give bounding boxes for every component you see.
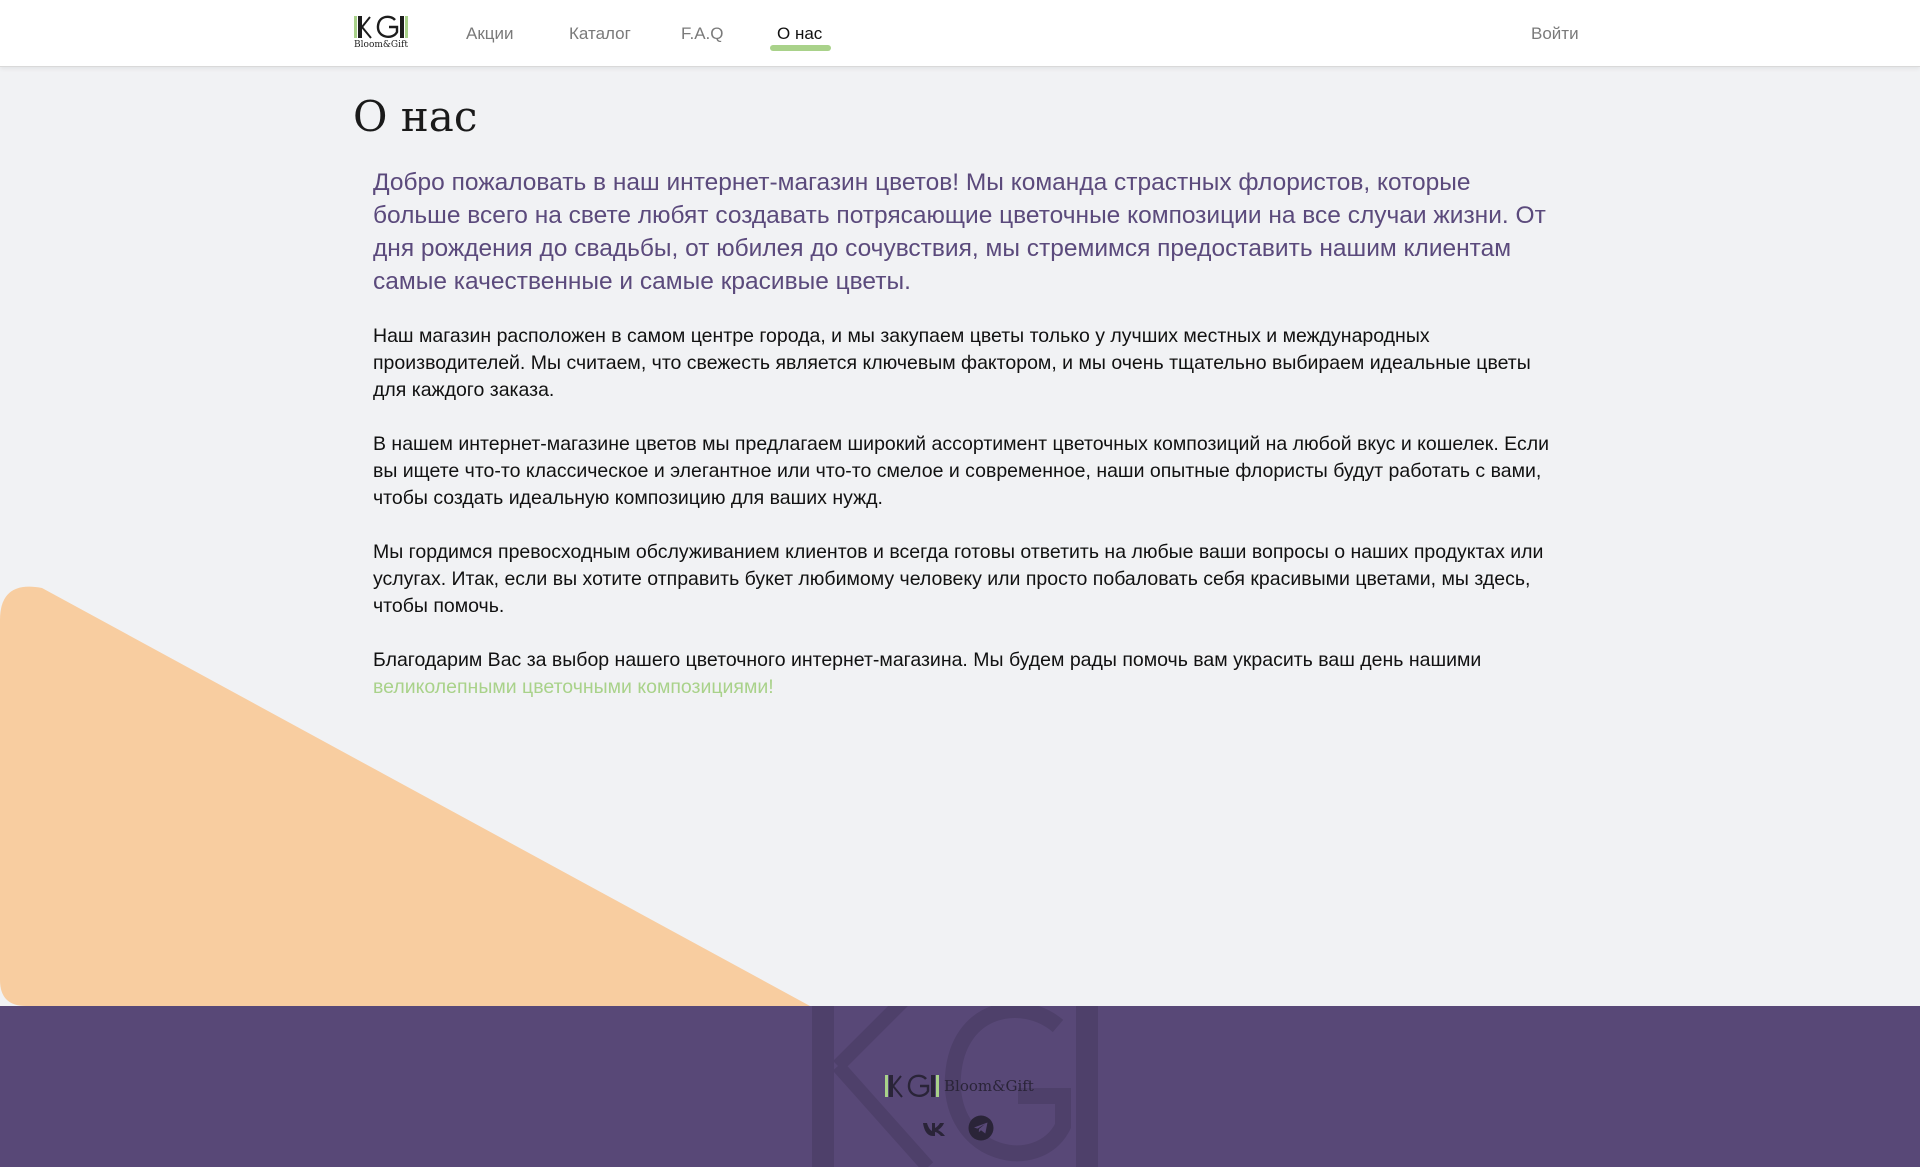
paragraph-location: Наш магазин расположен в самом центре го… [373,325,1531,401]
logo-mark-icon [354,15,408,39]
footer-logo-mark-icon [885,1074,939,1098]
paragraph-assortment: В нашем интернет-магазине цветов мы пред… [373,433,1549,509]
about-content: Добро пожаловать в наш интернет-магазин … [373,166,1558,728]
nav-item-promotions[interactable]: Акции [466,24,514,44]
site-footer: Bloom&Gift [0,1006,1920,1167]
nav-item-about[interactable]: О нас [777,24,822,44]
compositions-link[interactable]: великолепными цветочными композициями! [373,676,774,698]
closing-text: Благодарим Вас за выбор нашего цветочног… [373,649,1482,671]
telegram-icon[interactable] [968,1115,994,1141]
page-title: О нас [353,92,478,141]
nav-active-indicator [770,45,831,51]
footer-brand-name: Bloom&Gift [944,1077,1034,1095]
vk-icon[interactable] [921,1115,947,1141]
nav-item-catalog[interactable]: Каталог [569,24,631,44]
footer-logo[interactable]: Bloom&Gift [884,1074,1034,1098]
lead-paragraph: Добро пожаловать в наш интернет-магазин … [373,169,1546,295]
site-header: Bloom&Gift Акции Каталог F.A.Q О нас Вой… [0,0,1920,67]
logo-caption: Bloom&Gift [354,40,408,50]
logo[interactable]: Bloom&Gift [353,14,409,50]
paragraph-service: Мы гордимся превосходным обслуживанием к… [373,541,1544,617]
nav-item-faq[interactable]: F.A.Q [681,24,724,44]
paragraph-closing: Благодарим Вас за выбор нашего цветочног… [373,647,1558,701]
login-link[interactable]: Войти [1531,24,1579,44]
